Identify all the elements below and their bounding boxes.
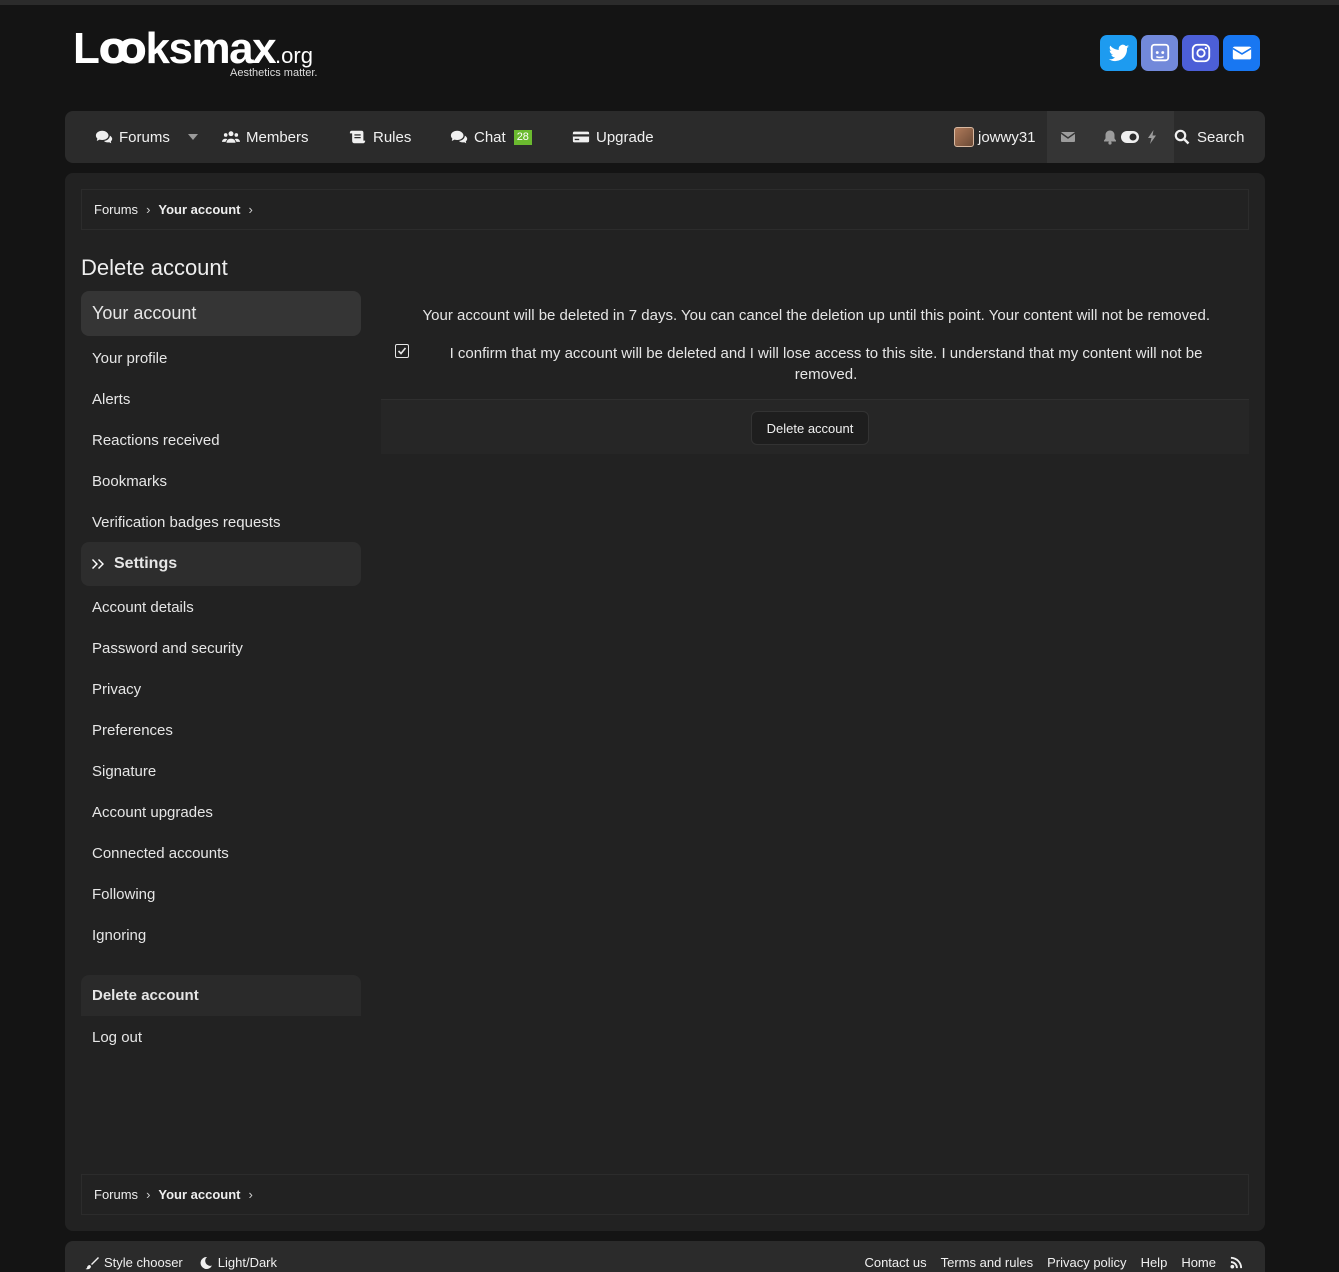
sidebar-item-preferences[interactable]: Preferences: [81, 710, 361, 751]
conversations-button[interactable]: [1047, 111, 1089, 163]
nav-members-label: Members: [246, 128, 309, 146]
avatar: [954, 127, 974, 147]
email-button[interactable]: [1223, 35, 1260, 71]
bell-icon: [1104, 130, 1116, 145]
nav-forums[interactable]: Forums: [95, 111, 198, 163]
theme-toggle[interactable]: [1120, 111, 1142, 163]
site-logo[interactable]: Lꝏksmax.org Aesthetics matter.: [73, 26, 333, 82]
chevron-right-icon: ›: [248, 1187, 253, 1202]
users-icon: [222, 131, 240, 143]
search-icon: [1174, 129, 1190, 145]
site-footer: Style chooser Light/Dark Contact us Term…: [65, 1241, 1265, 1272]
toggle-icon: [1121, 131, 1139, 143]
sidebar-settings-label: Settings: [114, 555, 178, 572]
sidebar-item-account-upgrades[interactable]: Account upgrades: [81, 792, 361, 833]
light-dark-label: Light/Dark: [217, 1255, 278, 1270]
chat-icon: [450, 130, 468, 144]
sidebar-item-delete-account[interactable]: Delete account: [81, 975, 361, 1016]
discord-button[interactable]: [1141, 35, 1178, 71]
double-chevron-right-icon: [92, 559, 104, 569]
bolt-icon: [1148, 130, 1156, 144]
moon-icon: [200, 1256, 212, 1269]
breadcrumb: Forums › Your account ›: [81, 189, 1249, 230]
nav-upgrade[interactable]: Upgrade: [572, 111, 654, 163]
chevron-right-icon: ›: [146, 1187, 151, 1202]
nav-search[interactable]: Search: [1173, 111, 1245, 163]
sidebar-item-reactions-received[interactable]: Reactions received: [81, 420, 361, 461]
deletion-notice: Your account will be deleted in 7 days. …: [422, 307, 1210, 324]
footer-link-privacy[interactable]: Privacy policy: [1047, 1255, 1126, 1270]
sidebar-item-account-details[interactable]: Account details: [81, 587, 361, 628]
sidebar-item-privacy[interactable]: Privacy: [81, 669, 361, 710]
footer-link-home[interactable]: Home: [1181, 1255, 1216, 1270]
paintbrush-icon: [85, 1256, 99, 1269]
nav-upgrade-label: Upgrade: [596, 128, 654, 146]
sidebar-item-alerts[interactable]: Alerts: [81, 379, 361, 420]
sidebar-item-connected-accounts[interactable]: Connected accounts: [81, 833, 361, 874]
checkmark-icon: [397, 347, 407, 355]
twitter-icon: [1108, 44, 1129, 62]
instagram-button[interactable]: [1182, 35, 1219, 71]
nav-rules-label: Rules: [373, 128, 412, 146]
breadcrumb-your-account[interactable]: Your account: [158, 1187, 240, 1202]
nav-chat-label: Chat: [474, 128, 506, 146]
sidebar-header-settings[interactable]: Settings: [81, 542, 361, 586]
style-chooser-label: Style chooser: [104, 1255, 183, 1270]
delete-account-button[interactable]: Delete account: [751, 411, 869, 445]
nav-members[interactable]: Members: [222, 111, 309, 163]
user-menu[interactable]: jowwy31: [942, 111, 1047, 163]
sidebar-header-your-account[interactable]: Your account: [81, 291, 361, 336]
nav-rules[interactable]: Rules: [349, 111, 411, 163]
main-panel: Forums › Your account › Delete account Y…: [65, 173, 1265, 1231]
username: jowwy31: [978, 128, 1036, 146]
breadcrumb-bottom: Forums › Your account ›: [81, 1174, 1249, 1215]
comments-icon: [95, 130, 113, 144]
sidebar-item-verification-badges[interactable]: Verification badges requests: [81, 502, 361, 543]
instagram-icon: [1191, 43, 1210, 63]
breadcrumb-forums[interactable]: Forums: [94, 1187, 138, 1202]
main-navbar: Forums Members Rules Chat 28 Upgrade jow…: [65, 111, 1265, 163]
social-links: [1100, 35, 1260, 71]
style-chooser-link[interactable]: Style chooser: [85, 1255, 183, 1270]
sidebar-item-signature[interactable]: Signature: [81, 751, 361, 792]
footer-link-contact[interactable]: Contact us: [864, 1255, 926, 1270]
form-submit-row: Delete account: [381, 399, 1249, 454]
sidebar-item-bookmarks[interactable]: Bookmarks: [81, 461, 361, 502]
confirm-checkbox[interactable]: [395, 344, 409, 358]
chevron-right-icon: ›: [248, 202, 253, 217]
sidebar-item-ignoring[interactable]: Ignoring: [81, 915, 361, 956]
nav-chat[interactable]: Chat 28: [450, 111, 532, 163]
logo-tld: .org: [275, 43, 313, 68]
credit-card-icon: [572, 131, 590, 143]
breadcrumb-your-account[interactable]: Your account: [158, 202, 240, 217]
rss-icon[interactable]: [1230, 1256, 1243, 1269]
footer-link-help[interactable]: Help: [1141, 1255, 1168, 1270]
confirm-label[interactable]: I confirm that my account will be delete…: [441, 343, 1211, 385]
chevron-down-icon[interactable]: [187, 134, 198, 140]
breadcrumb-forums[interactable]: Forums: [94, 202, 138, 217]
twitter-button[interactable]: [1100, 35, 1137, 71]
chevron-right-icon: ›: [146, 202, 151, 217]
nav-forums-label: Forums: [119, 128, 170, 146]
nav-search-label: Search: [1197, 128, 1245, 146]
footer-link-terms[interactable]: Terms and rules: [941, 1255, 1033, 1270]
chat-count-badge: 28: [513, 129, 532, 145]
envelope-icon: [1060, 132, 1076, 142]
sidebar-item-following[interactable]: Following: [81, 874, 361, 915]
scroll-icon: [349, 130, 366, 144]
sidebar-item-password-security[interactable]: Password and security: [81, 628, 361, 669]
mail-icon: [1231, 46, 1252, 60]
logo-text: Lꝏksmax: [73, 24, 277, 73]
light-dark-link[interactable]: Light/Dark: [199, 1255, 277, 1270]
user-icon-group: [1047, 111, 1174, 163]
sidebar-item-log-out[interactable]: Log out: [81, 1017, 361, 1058]
sidebar-item-your-profile[interactable]: Your profile: [81, 338, 361, 379]
page-title: Delete account: [81, 255, 228, 280]
logo-tagline: Aesthetics matter.: [230, 67, 318, 79]
discord-icon: [1150, 43, 1169, 62]
window-top-line: [0, 0, 1339, 5]
